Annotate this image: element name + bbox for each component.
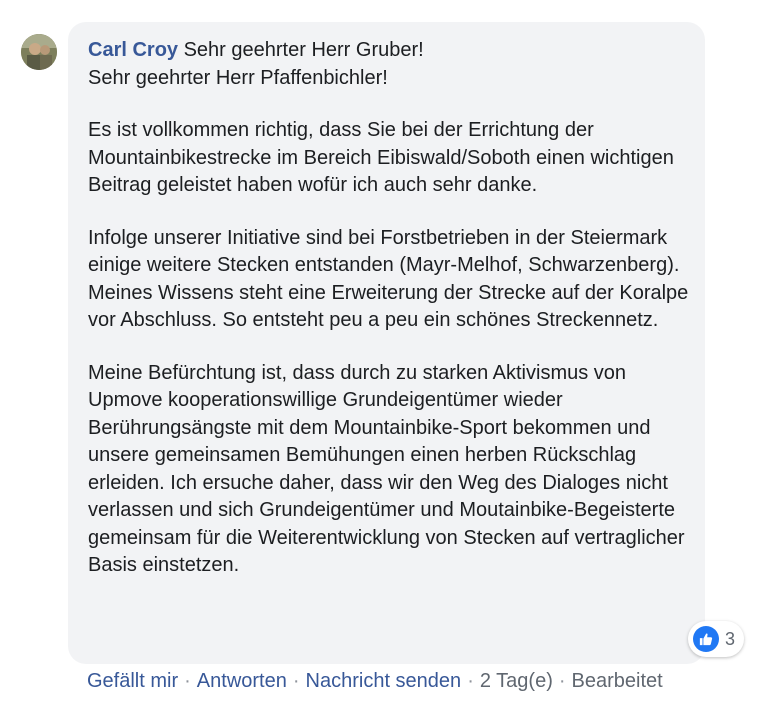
reply-link[interactable]: Antworten (197, 670, 287, 692)
greeting-line-1: Sehr geehrter Herr Gruber! (183, 39, 424, 61)
greeting-line-2: Sehr geehrter Herr Pfaffenbichler! (88, 66, 388, 89)
comment-greeting: Carl Croy Sehr geehrter Herr Gruber! Sehr… (88, 37, 689, 92)
comment-paragraph-3: Meine Befürchtung ist, dass durch zu sta… (88, 361, 685, 577)
edited-label[interactable]: Bearbeitet (572, 670, 663, 692)
reactions-badge[interactable]: 3 (688, 621, 745, 657)
comment-paragraph-2: Infolge unserer Initiative sind bei Fors… (88, 226, 689, 332)
comment-actions: Gefällt mir · Antworten · Nachricht senden · 2… (87, 668, 663, 694)
timestamp[interactable]: 2 Tag(e) (480, 670, 553, 692)
avatar-image (21, 34, 57, 70)
avatar[interactable] (21, 34, 57, 70)
send-message-link[interactable]: Nachricht senden (306, 670, 462, 692)
separator: · (184, 670, 191, 692)
like-link[interactable]: Gefällt mir (87, 670, 178, 692)
comment-paragraph-1: Es ist vollkommen richtig, dass Sie bei … (88, 119, 674, 196)
comment-bubble: Carl Croy Sehr geehrter Herr Gruber! Sehr… (68, 22, 705, 664)
separator: · (292, 670, 300, 692)
separator: · (558, 670, 566, 692)
reaction-count: 3 (725, 628, 736, 649)
separator: · (467, 670, 474, 692)
like-icon (693, 626, 719, 652)
author-name-link[interactable]: Carl Croy (88, 39, 178, 61)
